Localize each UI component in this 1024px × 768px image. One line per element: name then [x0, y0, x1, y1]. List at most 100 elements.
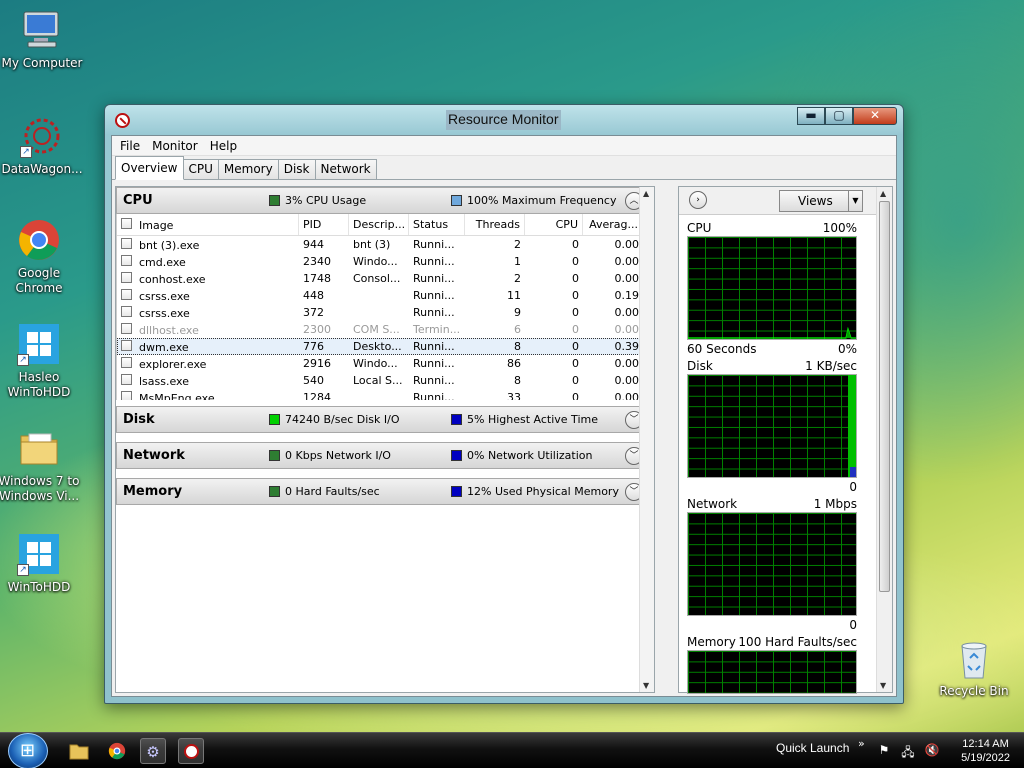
- column-threads[interactable]: Threads: [465, 214, 525, 235]
- row-checkbox[interactable]: [121, 339, 132, 351]
- desktop-icon-label: DataWagon...: [1, 162, 83, 176]
- resource-monitor-taskbar-icon[interactable]: [178, 738, 204, 764]
- process-status: Termin...: [413, 323, 461, 336]
- table-row[interactable]: csrss.exe 372 Runni... 9 0 0.00: [117, 304, 654, 321]
- desktop-icon-windows7-folder[interactable]: Windows 7 to Windows Vi...: [0, 426, 81, 504]
- process-cpu: 0: [572, 289, 579, 302]
- row-checkbox[interactable]: [121, 254, 132, 266]
- chrome-icon[interactable]: [104, 738, 130, 764]
- row-checkbox[interactable]: [121, 356, 132, 368]
- column-average[interactable]: Averag...: [583, 214, 643, 235]
- disk-graph-min: 0: [849, 480, 857, 494]
- table-row[interactable]: csrss.exe 448 Runni... 11 0 0.19: [117, 287, 654, 304]
- disk-graph-block: Disk 1 KB/sec 0: [687, 359, 863, 495]
- column-description[interactable]: Descrip...: [349, 214, 409, 235]
- toggle-graphs-button[interactable]: ›: [689, 191, 707, 209]
- process-pid: 372: [303, 306, 324, 319]
- tab-cpu[interactable]: CPU: [182, 159, 219, 179]
- row-checkbox[interactable]: [121, 237, 132, 249]
- table-row-selected[interactable]: dwm.exe 776 Deskto... Runni... 8 0 0.39: [117, 338, 654, 355]
- network-section-header[interactable]: Network 0 Kbps Network I/O 0% Network Ut…: [116, 442, 654, 469]
- process-image: bnt (3).exe: [139, 238, 200, 252]
- desktop-icon-my-computer[interactable]: My Computer: [0, 8, 84, 71]
- process-cpu: 0: [572, 238, 579, 251]
- desktop-icon-google-chrome[interactable]: Google Chrome: [0, 218, 81, 296]
- title-bar[interactable]: Resource Monitor ▬ ▢ ✕: [105, 105, 903, 135]
- cpu-section-header[interactable]: CPU 3% CPU Usage 100% Maximum Frequency …: [116, 187, 654, 214]
- process-status: Runni...: [413, 255, 455, 268]
- process-image: explorer.exe: [139, 357, 207, 371]
- table-row[interactable]: conhost.exe 1748 Consol... Runni... 2 0 …: [117, 270, 654, 287]
- scroll-up-icon[interactable]: ▲: [880, 189, 886, 198]
- process-description: Windo...: [353, 255, 398, 268]
- start-button[interactable]: [8, 733, 48, 768]
- network-util-indicator: [451, 450, 462, 461]
- row-checkbox[interactable]: [121, 322, 132, 334]
- desktop-icon-hasleo-wintohdd[interactable]: ↗ Hasleo WinToHDD: [0, 322, 81, 400]
- desktop-icon-wintohdd[interactable]: ↗ WinToHDD: [0, 532, 81, 595]
- desktop-icon-recycle-bin[interactable]: Recycle Bin: [932, 636, 1016, 699]
- close-button[interactable]: ✕: [853, 107, 897, 125]
- network-graph-min: 0: [849, 618, 857, 632]
- row-checkbox[interactable]: [121, 373, 132, 385]
- column-status[interactable]: Status: [409, 214, 465, 235]
- resource-monitor-icon[interactable]: [115, 113, 130, 128]
- process-average: 0.00: [614, 357, 640, 370]
- process-cpu: 0: [572, 255, 579, 268]
- table-row[interactable]: bnt (3).exe 944 bnt (3) Runni... 2 0 0.0…: [117, 236, 654, 253]
- process-image: csrss.exe: [139, 289, 190, 303]
- column-pid[interactable]: PID: [299, 214, 349, 235]
- memory-section-header[interactable]: Memory 0 Hard Faults/sec 12% Used Physic…: [116, 478, 654, 505]
- table-row[interactable]: lsass.exe 540 Local S... Runni... 8 0 0.…: [117, 372, 654, 389]
- menu-file[interactable]: File: [114, 136, 146, 155]
- process-cpu: 0: [572, 306, 579, 319]
- disk-section-header[interactable]: Disk 74240 B/sec Disk I/O 5% Highest Act…: [116, 406, 654, 433]
- tab-overview[interactable]: Overview: [115, 156, 184, 180]
- scroll-up-icon[interactable]: ▲: [643, 189, 649, 198]
- menu-monitor[interactable]: Monitor: [146, 136, 204, 155]
- memory-section-title: Memory: [123, 484, 183, 499]
- graphs-scrollbar[interactable]: ▲ ▼: [876, 187, 892, 692]
- clock[interactable]: 12:14 AM 5/19/2022: [961, 737, 1010, 765]
- views-dropdown[interactable]: Views ▼: [779, 190, 863, 212]
- scroll-down-icon[interactable]: ▼: [643, 681, 649, 690]
- row-checkbox[interactable]: [121, 390, 132, 400]
- frequency-indicator: [451, 195, 462, 206]
- maximize-button[interactable]: ▢: [825, 107, 853, 125]
- row-checkbox[interactable]: [121, 305, 132, 317]
- select-all-checkbox[interactable]: [121, 218, 132, 229]
- minimize-button[interactable]: ▬: [797, 107, 825, 125]
- process-description: Deskto...: [353, 340, 402, 353]
- tab-disk[interactable]: Disk: [277, 159, 316, 179]
- clock-date: 5/19/2022: [961, 752, 1010, 764]
- scroll-down-icon[interactable]: ▼: [880, 681, 886, 690]
- process-average: 0.19: [614, 289, 640, 302]
- table-row[interactable]: explorer.exe 2916 Windo... Runni... 86 0…: [117, 355, 654, 372]
- tab-network[interactable]: Network: [314, 159, 377, 179]
- table-row[interactable]: cmd.exe 2340 Windo... Runni... 1 0 0.00: [117, 253, 654, 270]
- gear-icon[interactable]: ⚙: [140, 738, 166, 764]
- process-threads: 8: [514, 374, 521, 387]
- tab-memory[interactable]: Memory: [217, 159, 279, 179]
- memory-faults-text: 0 Hard Faults/sec: [285, 485, 380, 498]
- explorer-icon[interactable]: [66, 738, 92, 764]
- disk-io-indicator: [269, 414, 280, 425]
- menu-help[interactable]: Help: [204, 136, 243, 155]
- flag-icon[interactable]: ⚑: [876, 743, 892, 759]
- chevron-right-icon[interactable]: »: [858, 737, 865, 750]
- table-row[interactable]: MsMpEng.exe 1284 Runni... 33 0 0.00: [117, 389, 654, 400]
- row-checkbox[interactable]: [121, 288, 132, 300]
- quick-launch-label[interactable]: Quick Launch: [776, 741, 849, 755]
- row-checkbox[interactable]: [121, 271, 132, 283]
- graphs-toolbar: › Views ▼: [679, 187, 892, 215]
- column-image[interactable]: Image: [117, 214, 299, 235]
- volume-muted-icon[interactable]: 🔇: [924, 743, 940, 759]
- process-cpu: 0: [572, 323, 579, 336]
- pane-scrollbar[interactable]: ▲ ▼: [639, 187, 654, 692]
- recycle-bin-icon: [952, 636, 996, 680]
- network-icon[interactable]: 🖧: [900, 743, 916, 759]
- scrollbar-thumb[interactable]: [879, 201, 890, 592]
- table-row[interactable]: dllhost.exe 2300 COM S... Termin... 6 0 …: [117, 321, 654, 338]
- column-cpu[interactable]: CPU: [525, 214, 583, 235]
- desktop-icon-datawagon[interactable]: ↗ DataWagon...: [0, 114, 84, 177]
